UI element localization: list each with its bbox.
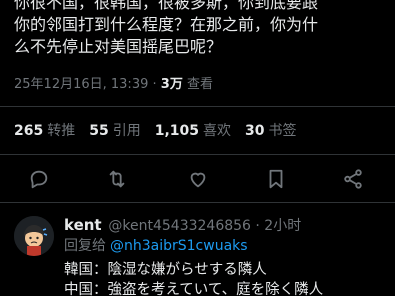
stat-bookmarks[interactable]: 30 书签 bbox=[245, 121, 296, 141]
tweet-text: 你很不国，很韩国，很被多斯，你到底要跟 你的邻国打到什么程度？在那之前，你为什 … bbox=[14, 0, 319, 56]
tweet-meta: 25年12月16日, 13:39 · 3万 查看 bbox=[14, 76, 213, 94]
reply-to-label: 回复给 bbox=[64, 238, 106, 254]
action-bar bbox=[0, 164, 395, 192]
reply-text-line: 韓国：陰湿な嫌がらせする隣人 bbox=[64, 262, 267, 278]
tweet-stats: 265 转推 55 引用 1,105 喜欢 30 书签 bbox=[14, 121, 297, 141]
reply-to-mention[interactable]: @nh3aibrS1cwuaks bbox=[110, 238, 248, 254]
bookmark-icon[interactable] bbox=[265, 168, 287, 190]
reply-context: 回复给 @nh3aibrS1cwuaks bbox=[64, 236, 248, 256]
retweet-icon[interactable] bbox=[106, 168, 128, 190]
reply-text-line: 中国：強盗を考えていて、庭を除く隣人 bbox=[64, 282, 324, 296]
views-count: 3万 bbox=[160, 77, 183, 92]
views-label: 查看 bbox=[186, 77, 213, 92]
divider bbox=[0, 202, 395, 203]
divider bbox=[0, 154, 395, 155]
avatar[interactable] bbox=[14, 216, 54, 256]
reply-author-name[interactable]: kent bbox=[64, 216, 102, 234]
share-icon[interactable] bbox=[342, 168, 364, 190]
stat-quotes[interactable]: 55 引用 bbox=[89, 121, 140, 141]
like-icon[interactable] bbox=[187, 168, 209, 190]
stat-likes[interactable]: 1,105 喜欢 bbox=[155, 121, 231, 141]
reply-icon[interactable] bbox=[28, 168, 50, 190]
reply-tweet[interactable]: kent @kent45433246856 · 2小时 回复给 @nh3aibrS… bbox=[0, 210, 395, 296]
tweet-timestamp[interactable]: 25年12月16日, 13:39 bbox=[14, 77, 148, 92]
reply-header: kent @kent45433246856 · 2小时 bbox=[64, 214, 301, 236]
stat-retweets[interactable]: 265 转推 bbox=[14, 121, 75, 141]
meta-separator: · bbox=[152, 77, 157, 92]
divider bbox=[0, 106, 395, 107]
reply-author-handle[interactable]: @kent45433246856 · 2小时 bbox=[108, 218, 301, 234]
